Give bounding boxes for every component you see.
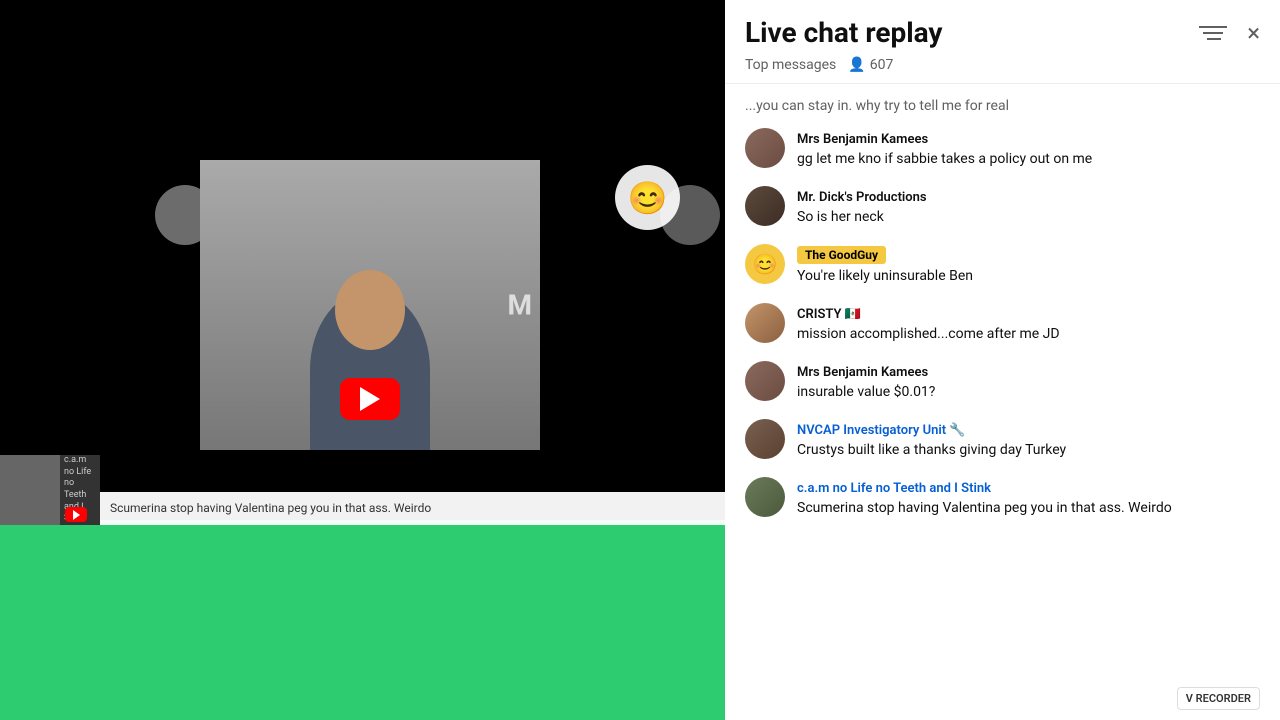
- chat-panel-wrapper: Live chat replay × Top messages 👤 607: [725, 0, 1280, 720]
- recorder-badge: V RECORDER: [1177, 687, 1260, 710]
- message-username: Mrs Benjamin Kamees: [797, 132, 928, 147]
- avatar: [745, 186, 785, 226]
- video-main: M: [200, 160, 540, 450]
- message-content: c.a.m no Life no Teeth and I Stink Scume…: [797, 477, 1260, 519]
- message-username: c.a.m no Life no Teeth and I Stink: [797, 481, 991, 496]
- username-badge: The GoodGuy: [797, 246, 886, 264]
- video-panel: M 😊 Hope everyone is having a great day …: [0, 0, 725, 720]
- message-content: The GoodGuy You're likely uninsurable Be…: [797, 244, 1260, 287]
- close-icon[interactable]: ×: [1247, 21, 1260, 45]
- avatar: [745, 477, 785, 517]
- thumbnail-avatar: [0, 455, 60, 525]
- table-row: c.a.m no Life no Teeth and I Stink Scume…: [725, 469, 1280, 527]
- message-username: NVCAP Investigatory Unit 🔧: [797, 423, 966, 438]
- message-text: Crustys built like a thanks giving day T…: [797, 440, 1260, 461]
- chat-header: Live chat replay × Top messages 👤 607: [725, 0, 1280, 84]
- message-text: insurable value $0.01?: [797, 382, 1260, 403]
- table-row: Mr. Dick's Productions So is her neck: [725, 178, 1280, 236]
- avatar: [745, 128, 785, 168]
- cut-message: ...you can stay in. why try to tell me f…: [725, 92, 1280, 120]
- table-row: CRISTY 🇲🇽 mission accomplished...come af…: [725, 295, 1280, 353]
- table-row: 😊 The GoodGuy You're likely uninsurable …: [725, 236, 1280, 295]
- message-content: Mrs Benjamin Kamees gg let me kno if sab…: [797, 128, 1260, 170]
- chat-title: Live chat replay: [745, 16, 942, 49]
- youtube-play-button[interactable]: [340, 378, 400, 420]
- message-text: Scumerina stop having Valentina peg you …: [797, 498, 1260, 519]
- green-band: [0, 520, 725, 720]
- video-watermark: M: [507, 289, 530, 322]
- table-row: NVCAP Investigatory Unit 🔧 Crustys built…: [725, 411, 1280, 469]
- message-text: mission accomplished...come after me JD: [797, 324, 1260, 345]
- message-text: So is her neck: [797, 207, 1260, 228]
- chat-bubble-overlay: Scumerina stop having Valentina peg you …: [100, 492, 725, 525]
- chat-subtitle: Top messages 👤 607: [745, 57, 1260, 73]
- message-content: CRISTY 🇲🇽 mission accomplished...come af…: [797, 303, 1260, 345]
- message-username: CRISTY 🇲🇽: [797, 307, 861, 322]
- viewer-count-number: 607: [870, 57, 894, 73]
- viewer-count: 👤 607: [848, 57, 893, 73]
- message-text: You're likely uninsurable Ben: [797, 266, 1260, 287]
- avatar: [745, 361, 785, 401]
- message-username: Mr. Dick's Productions: [797, 190, 927, 205]
- smiley-overlay: 😊: [615, 165, 680, 230]
- chat-messages[interactable]: ...you can stay in. why try to tell me f…: [725, 84, 1280, 720]
- youtube-icon-small: [65, 507, 87, 522]
- message-content: NVCAP Investigatory Unit 🔧 Crustys built…: [797, 419, 1260, 461]
- message-content: Mr. Dick's Productions So is her neck: [797, 186, 1260, 228]
- message-content: Mrs Benjamin Kamees insurable value $0.0…: [797, 361, 1260, 403]
- table-row: Mrs Benjamin Kamees gg let me kno if sab…: [725, 120, 1280, 178]
- top-messages-label: Top messages: [745, 57, 836, 73]
- chat-title-icons: ×: [1199, 17, 1260, 49]
- chat-title-row: Live chat replay ×: [745, 16, 1260, 49]
- chat-panel: Live chat replay × Top messages 👤 607: [725, 0, 1280, 720]
- message-text: gg let me kno if sabbie takes a policy o…: [797, 149, 1260, 170]
- message-username: Mrs Benjamin Kamees: [797, 365, 928, 380]
- filter-icon[interactable]: [1199, 17, 1231, 49]
- avatar: [745, 419, 785, 459]
- person-icon: 👤: [848, 57, 865, 73]
- table-row: Mrs Benjamin Kamees insurable value $0.0…: [725, 353, 1280, 411]
- avatar: 😊: [745, 244, 785, 284]
- avatar: [745, 303, 785, 343]
